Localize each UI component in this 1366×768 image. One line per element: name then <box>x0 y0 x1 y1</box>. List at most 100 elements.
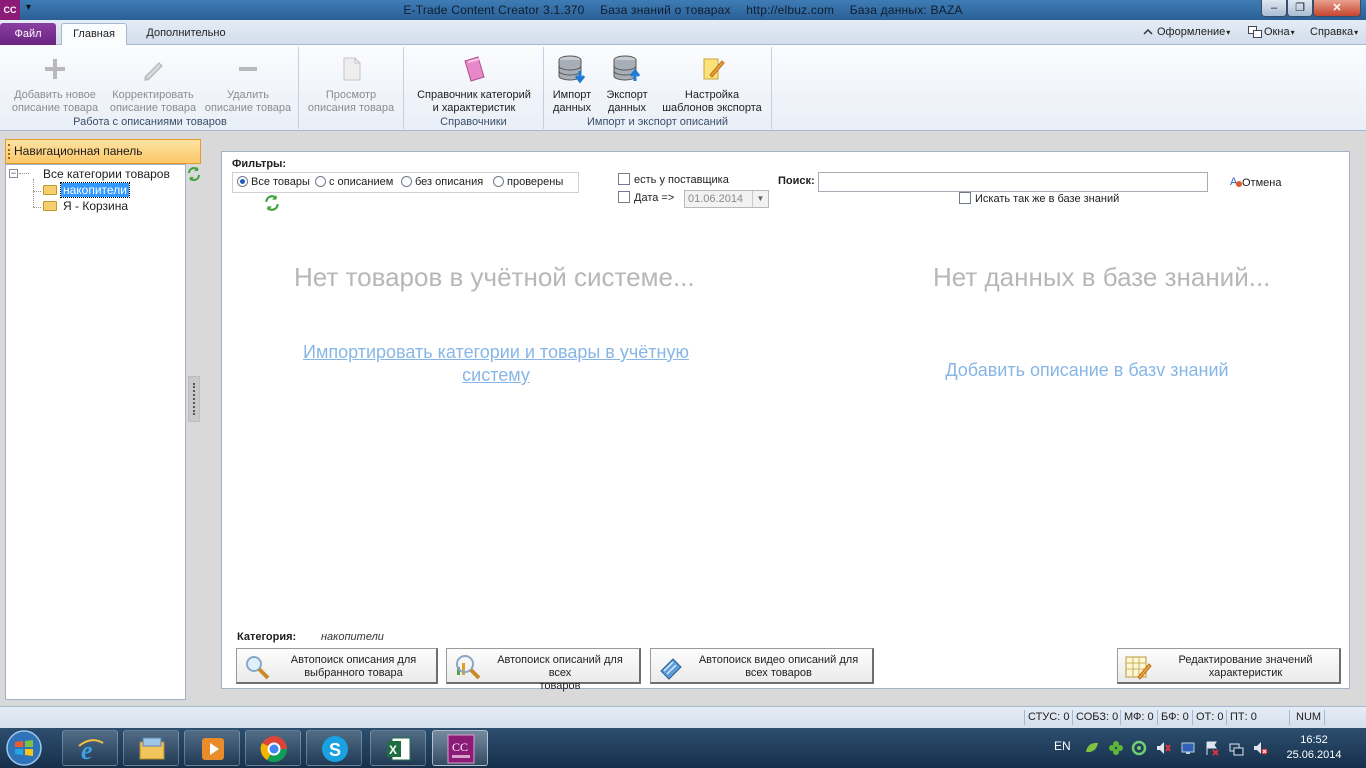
tray-volume-muted-icon[interactable] <box>1252 740 1268 756</box>
radio-all[interactable]: Все товары <box>237 175 310 188</box>
supplier-checkbox[interactable]: есть у поставщика <box>618 173 729 186</box>
table-edit-icon <box>1125 656 1152 680</box>
taskbar-explorer[interactable] <box>123 730 179 766</box>
tree-root-all-categories[interactable]: Все категории товаров <box>43 167 170 181</box>
tray-network-icon[interactable] <box>1228 740 1244 756</box>
autosearch-video-button[interactable]: Автопоиск видео описаний для всех товаро… <box>650 648 874 684</box>
export-label: Экспорт данных <box>606 89 648 114</box>
tab-home[interactable]: Главная <box>61 23 127 46</box>
plus-icon <box>45 59 65 79</box>
status-ot: ОТ: 0 <box>1196 711 1224 723</box>
export-button[interactable]: Экспорт данных <box>601 49 653 115</box>
window-titlebar: CC ▾ E-Trade Content Creator 3.1.370 Баз… <box>0 0 1366 20</box>
clear-filter-icon: A <box>1230 176 1242 187</box>
language-indicator[interactable]: EN <box>1054 739 1071 753</box>
export-templates-label: Настройка шаблонов экспорта <box>662 89 762 114</box>
note-edit-icon <box>703 58 725 80</box>
tray-flag-warning-icon[interactable] <box>1204 740 1220 756</box>
refresh-icon[interactable] <box>186 166 202 182</box>
tab-extra[interactable]: Дополнительно <box>136 23 236 46</box>
edit-description-button[interactable]: Корректировать описание товара <box>104 49 202 115</box>
chrome-icon <box>260 736 288 763</box>
ribbon-panel: Добавить новое описание товара Корректир… <box>0 45 1366 131</box>
tray-leaf-icon[interactable] <box>1084 740 1100 756</box>
taskbar-media[interactable] <box>184 730 240 766</box>
tray-speaker-icon[interactable] <box>1155 740 1171 756</box>
taskbar-chrome[interactable] <box>245 730 301 766</box>
search-label: Поиск: <box>778 175 815 187</box>
tray-sync-icon[interactable] <box>1131 740 1147 756</box>
menu-design-label: Оформление <box>1157 26 1226 38</box>
radio-without-description[interactable]: без описания <box>401 175 484 188</box>
radio-selected-icon <box>237 175 248 187</box>
radio-checked[interactable]: проверены <box>493 175 563 188</box>
supplier-checkbox-label: есть у поставщика <box>634 174 729 186</box>
category-tree: − Все категории товаров накопители Я - К… <box>5 164 186 700</box>
autosearch-all-label: Автопоиск описаний для всех товаров <box>497 654 623 692</box>
caret-down-icon: ▾ <box>1290 28 1295 37</box>
tree-item-cart[interactable]: Я - Корзина <box>43 199 128 213</box>
taskbar-ie[interactable]: e <box>62 730 118 766</box>
edit-characteristics-button[interactable]: Редактирование значений характеристик <box>1117 648 1341 684</box>
tab-file[interactable]: Файл <box>0 23 56 45</box>
taskbar-skype[interactable]: S <box>306 730 362 766</box>
menu-design[interactable]: Оформление▾ <box>1143 26 1230 38</box>
radio-with-description[interactable]: с описанием <box>315 175 393 188</box>
view-description-button[interactable]: Просмотр описания товара <box>301 49 401 115</box>
autosearch-all-button[interactable]: Автопоиск описаний для всех товаров <box>446 648 641 692</box>
title-app-name: E-Trade Content Creator 3.1.370 <box>403 3 585 17</box>
autosearch-selected-button[interactable]: Автопоиск описания для выбранного товара <box>236 648 438 684</box>
category-value: накопители <box>321 631 384 643</box>
status-divider <box>1024 710 1025 725</box>
search-input[interactable] <box>818 172 1208 192</box>
import-button[interactable]: Импорт данных <box>548 49 596 115</box>
export-templates-button[interactable]: Настройка шаблонов экспорта <box>656 49 768 115</box>
panel-splitter[interactable] <box>188 376 200 422</box>
menu-windows[interactable]: Окна▾ <box>1248 26 1295 39</box>
tree-connector <box>33 191 41 192</box>
cancel-filter-button[interactable]: A Отмена <box>1230 174 1281 189</box>
checkbox-icon <box>618 173 630 186</box>
delete-description-button[interactable]: Удалить описание товара <box>200 49 296 115</box>
minimize-button[interactable]: – <box>1261 0 1287 17</box>
magnifier-chart-icon <box>456 655 481 680</box>
svg-text:X: X <box>389 743 397 757</box>
tree-collapse-toggle[interactable]: − <box>9 169 18 178</box>
nav-panel-header[interactable]: Навигационная панель <box>5 139 201 164</box>
delete-description-label: Удалить описание товара <box>204 89 292 114</box>
status-divider <box>1324 710 1325 725</box>
tray-clover-icon[interactable] <box>1108 740 1124 756</box>
group-references-label: Справочники <box>440 116 507 128</box>
catalog-button[interactable]: Справочник категорий и характеристик <box>408 49 540 115</box>
group-references: Справочник категорий и характеристик Спр… <box>404 47 544 129</box>
windows-start-icon[interactable] <box>4 729 44 767</box>
document-icon <box>343 57 361 81</box>
tree-item-storage[interactable]: накопители <box>43 182 130 198</box>
radio-icon <box>315 175 326 187</box>
filter-radio-group: Все товары с описанием без описания пров… <box>232 172 579 193</box>
system-clock[interactable]: 16:52 25.06.2014 <box>1280 733 1348 763</box>
date-checkbox-label: Дата => <box>634 192 675 204</box>
add-description-button[interactable]: Добавить новое описание товара <box>6 49 104 115</box>
date-picker[interactable]: 01.06.2014 ▼ <box>684 190 769 208</box>
import-goods-link[interactable]: Импортировать категории и товары в учётн… <box>278 341 714 387</box>
radio-without-description-label: без описания <box>415 176 484 188</box>
media-player-icon <box>202 738 224 760</box>
magnifier-icon <box>246 656 270 680</box>
tray-display-icon[interactable] <box>1180 740 1196 756</box>
radio-icon <box>401 175 412 187</box>
close-button[interactable]: ✕ <box>1313 0 1361 17</box>
tree-connector <box>33 179 34 207</box>
clock-date: 25.06.2014 <box>1286 749 1342 761</box>
taskbar-etrade[interactable]: CC <box>432 730 488 766</box>
maximize-button[interactable]: ❐ <box>1287 0 1313 17</box>
refresh-filter-icon[interactable] <box>263 194 281 212</box>
add-kb-link[interactable]: Добавить описание в базv знаний <box>902 359 1272 382</box>
window-title: E-Trade Content Creator 3.1.370 База зна… <box>0 3 1366 17</box>
radio-icon <box>493 175 504 187</box>
menu-help[interactable]: Справка▾ <box>1310 26 1358 38</box>
date-checkbox[interactable]: Дата => <box>618 191 675 204</box>
chevron-down-icon[interactable]: ▼ <box>752 191 768 207</box>
taskbar-excel[interactable]: X <box>370 730 426 766</box>
search-kb-checkbox[interactable]: Искать так же в базе знаний <box>959 192 1119 205</box>
